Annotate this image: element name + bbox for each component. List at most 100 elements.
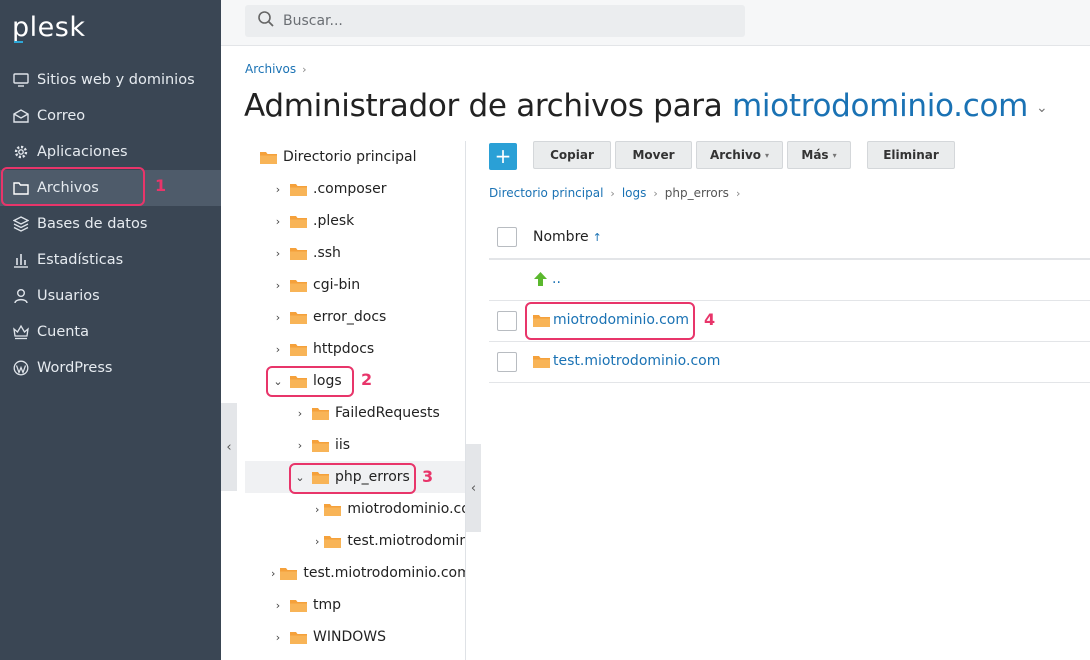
highlight-logs bbox=[266, 366, 354, 397]
chevron-right-icon[interactable]: › bbox=[293, 439, 307, 452]
sidebar-item-applications[interactable]: Aplicaciones bbox=[0, 134, 221, 170]
tree-node-label: iis bbox=[335, 437, 351, 453]
tree-node[interactable]: › miotrodominio.com bbox=[245, 493, 466, 525]
tree-node[interactable]: › FailedRequests bbox=[245, 397, 466, 429]
tree-node[interactable]: › WINDOWS bbox=[245, 621, 466, 653]
tree-node-home[interactable]: Directorio principal bbox=[245, 141, 466, 173]
folder-icon bbox=[324, 503, 342, 516]
move-button[interactable]: Mover bbox=[615, 141, 692, 169]
sort-arrow-icon: ↑ bbox=[592, 230, 602, 244]
parent-directory-link[interactable]: .. bbox=[533, 271, 561, 287]
sidebar-item-label: Aplicaciones bbox=[37, 144, 128, 160]
file-menu-label: Archivo bbox=[709, 148, 762, 162]
highlight-php-errors bbox=[289, 463, 416, 494]
mail-icon bbox=[12, 107, 30, 125]
tree-node[interactable]: › httpdocs bbox=[245, 333, 466, 365]
chevron-right-icon[interactable]: › bbox=[271, 567, 275, 580]
more-menu-button[interactable]: Más ▾ bbox=[787, 141, 851, 169]
list-header: Nombre ↑ bbox=[489, 218, 1090, 260]
directory-tree: Directorio principal › .composer › .ples… bbox=[245, 141, 466, 660]
path-home-link[interactable]: Directorio principal bbox=[489, 186, 603, 200]
sidebar-item-users[interactable]: Usuarios bbox=[0, 278, 221, 314]
collapse-tree-handle[interactable]: ‹ bbox=[466, 444, 481, 532]
tree-node[interactable]: › test.miotrodominio.com bbox=[245, 557, 466, 589]
tree-node[interactable]: › iis bbox=[245, 429, 466, 461]
chevron-right-icon[interactable]: › bbox=[315, 503, 319, 516]
tree-node[interactable]: › .plesk bbox=[245, 205, 466, 237]
tree-node[interactable]: › .ssh bbox=[245, 237, 466, 269]
breadcrumb-files-link[interactable]: Archivos bbox=[245, 62, 296, 76]
chevron-right-icon[interactable]: › bbox=[271, 279, 285, 292]
list-item[interactable]: test.miotrodominio.com bbox=[489, 342, 1090, 383]
tree-node-label: error_docs bbox=[313, 309, 387, 325]
chevron-right-icon: › bbox=[735, 186, 741, 200]
chevron-down-icon: ▾ bbox=[765, 150, 770, 160]
chevron-right-icon[interactable]: › bbox=[271, 599, 285, 612]
copy-button-label: Copiar bbox=[550, 148, 594, 162]
chevron-down-icon: ▾ bbox=[832, 150, 837, 160]
chevron-down-icon[interactable]: ⌄ bbox=[1036, 100, 1048, 116]
folder-icon bbox=[290, 247, 307, 260]
chevron-left-icon: ‹ bbox=[470, 480, 477, 496]
chevron-right-icon[interactable]: › bbox=[271, 343, 285, 356]
copy-button[interactable]: Copiar bbox=[533, 141, 611, 169]
row-checkbox[interactable] bbox=[497, 311, 517, 331]
chevron-right-icon[interactable]: › bbox=[271, 311, 285, 324]
annotation-number-2: 2 bbox=[361, 370, 373, 389]
tree-node[interactable]: › cgi-bin bbox=[245, 269, 466, 301]
sidebar-item-label: WordPress bbox=[37, 360, 113, 376]
domain-selector[interactable]: miotrodominio.com bbox=[732, 88, 1028, 124]
folder-icon bbox=[290, 343, 307, 356]
sidebar-item-label: Sitios web y dominios bbox=[37, 72, 195, 88]
collapse-sidebar-handle[interactable]: ‹ bbox=[221, 403, 237, 491]
path-logs-link[interactable]: logs bbox=[622, 186, 647, 200]
sidebar-item-mail[interactable]: Correo bbox=[0, 98, 221, 134]
tree-node[interactable]: › .composer bbox=[245, 173, 466, 205]
sidebar-item-databases[interactable]: Bases de datos bbox=[0, 206, 221, 242]
search-bar[interactable] bbox=[245, 5, 745, 37]
sidebar-item-account[interactable]: Cuenta bbox=[0, 314, 221, 350]
list-item-parent[interactable]: .. bbox=[489, 260, 1090, 301]
chevron-right-icon: › bbox=[302, 62, 307, 76]
annotation-number-4: 4 bbox=[704, 310, 716, 329]
chevron-right-icon[interactable]: › bbox=[315, 535, 319, 548]
folder-icon bbox=[533, 355, 550, 368]
crown-icon bbox=[12, 323, 30, 341]
tree-node-label: FailedRequests bbox=[335, 405, 440, 421]
tree-node[interactable]: › test.miotrodominio.com bbox=[245, 525, 466, 557]
folder-icon bbox=[290, 215, 307, 228]
chevron-right-icon[interactable]: › bbox=[293, 407, 307, 420]
tree-node-label: .composer bbox=[313, 181, 387, 197]
file-name: test.miotrodominio.com bbox=[553, 353, 721, 369]
sidebar-item-wordpress[interactable]: WordPress bbox=[0, 350, 221, 386]
chevron-right-icon[interactable]: › bbox=[271, 183, 285, 196]
search-input[interactable] bbox=[283, 13, 683, 29]
tree-divider bbox=[465, 141, 466, 660]
add-button[interactable]: + bbox=[489, 142, 517, 170]
column-header-name[interactable]: Nombre ↑ bbox=[533, 229, 602, 245]
tree-node-label: Directorio principal bbox=[283, 149, 417, 165]
tree-node[interactable]: › error_docs bbox=[245, 301, 466, 333]
folder-icon bbox=[290, 279, 307, 292]
chevron-right-icon[interactable]: › bbox=[271, 215, 285, 228]
folder-icon bbox=[312, 439, 329, 452]
tree-node[interactable]: › tmp bbox=[245, 589, 466, 621]
delete-button[interactable]: Eliminar bbox=[867, 141, 955, 169]
sidebar-item-websites[interactable]: Sitios web y dominios bbox=[0, 62, 221, 98]
file-menu-button[interactable]: Archivo ▾ bbox=[696, 141, 783, 169]
plesk-logo[interactable]: plesk bbox=[12, 12, 85, 43]
select-all-checkbox[interactable] bbox=[497, 227, 517, 247]
file-link[interactable]: test.miotrodominio.com bbox=[533, 353, 720, 369]
sidebar-item-statistics[interactable]: Estadísticas bbox=[0, 242, 221, 278]
file-toolbar: + bbox=[489, 142, 517, 170]
tree-node-label: test.miotrodominio.com bbox=[347, 533, 466, 549]
chevron-right-icon[interactable]: › bbox=[271, 631, 285, 644]
folder-icon bbox=[260, 151, 277, 164]
path-breadcrumb: Directorio principal › logs › php_errors… bbox=[489, 186, 747, 200]
sidebar-item-label: Correo bbox=[37, 108, 86, 124]
chevron-right-icon[interactable]: › bbox=[271, 247, 285, 260]
sidebar-item-label: Cuenta bbox=[37, 324, 89, 340]
row-checkbox[interactable] bbox=[497, 352, 517, 372]
folder-icon bbox=[280, 567, 298, 580]
sidebar: plesk Sitios web y dominios Correo Aplic… bbox=[0, 0, 221, 660]
